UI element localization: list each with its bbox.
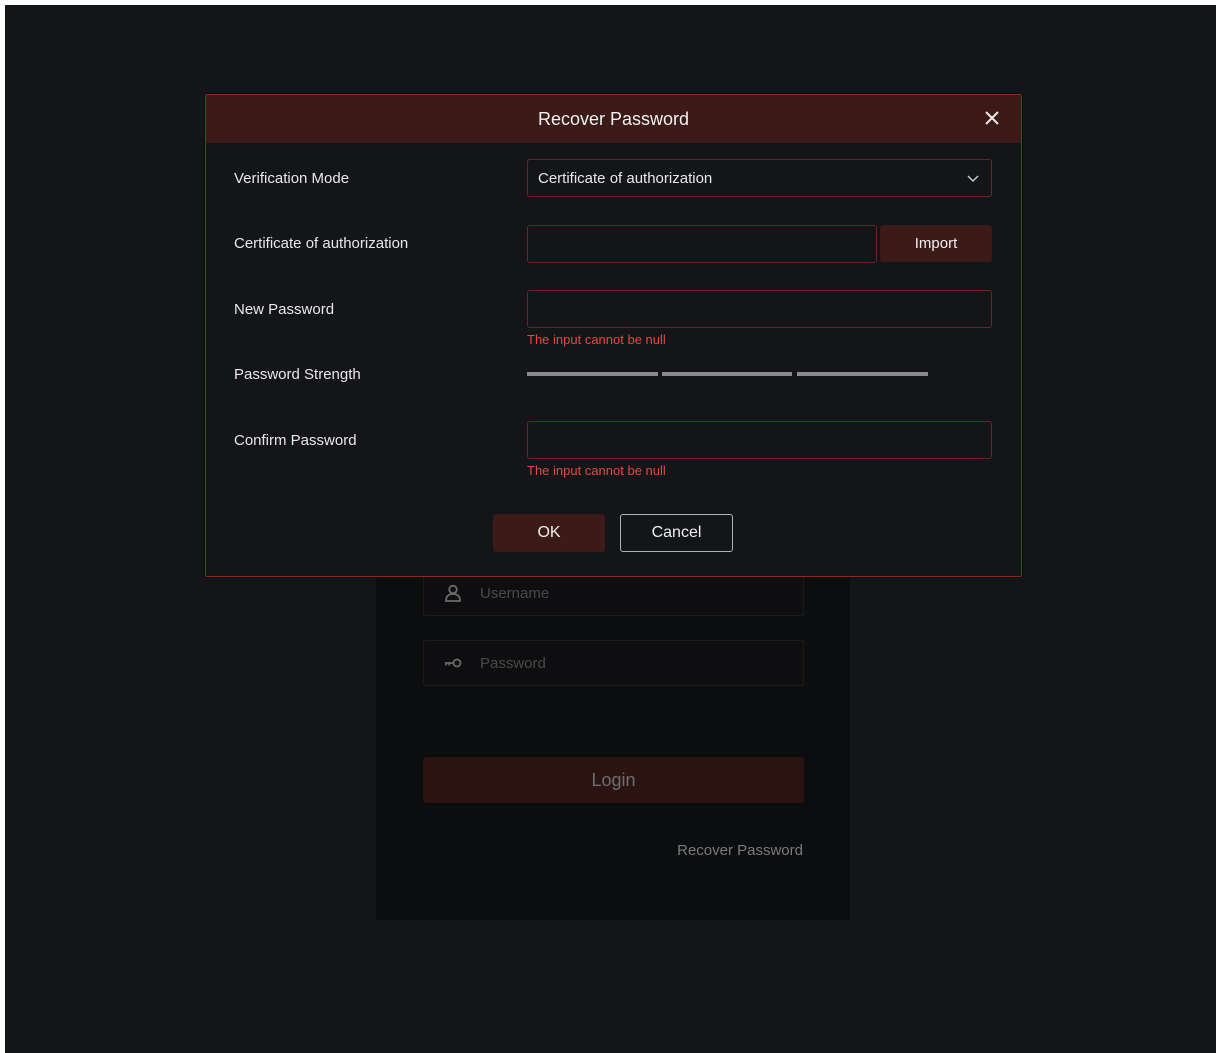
recover-password-link[interactable]: Recover Password	[603, 842, 803, 859]
confirm-password-label: Confirm Password	[234, 432, 357, 449]
dialog-title: Recover Password	[537, 109, 690, 129]
ok-button[interactable]: OK	[493, 514, 605, 552]
login-button[interactable]: Login	[423, 757, 804, 803]
certificate-label: Certificate of authorization	[234, 235, 409, 252]
verification-mode-select[interactable]: Certificate of authorization	[527, 159, 992, 197]
certificate-input[interactable]	[527, 225, 877, 263]
verification-mode-label: Verification Mode	[234, 170, 350, 187]
strength-bar-weak	[527, 372, 658, 376]
username-placeholder: Username	[480, 585, 550, 602]
verification-mode-value: Certificate of authorization	[538, 170, 713, 187]
password-input[interactable]: Password	[423, 640, 804, 686]
confirm-password-input[interactable]	[527, 421, 992, 459]
new-password-input[interactable]	[527, 290, 992, 328]
new-password-error: The input cannot be null	[527, 332, 666, 347]
key-icon	[445, 658, 462, 668]
close-icon[interactable]	[983, 109, 1001, 127]
strength-bar-strong	[797, 372, 928, 376]
recover-password-dialog: Recover Password Verification Mode Certi…	[205, 94, 1022, 577]
cancel-button[interactable]: Cancel	[620, 514, 733, 552]
chevron-down-icon	[967, 175, 979, 182]
new-password-label: New Password	[234, 301, 335, 318]
password-placeholder: Password	[480, 655, 546, 672]
password-strength-label: Password Strength	[234, 366, 361, 383]
import-button[interactable]: Import	[880, 225, 992, 262]
strength-bar-medium	[662, 372, 792, 376]
dialog-header: Recover Password	[206, 95, 1021, 143]
confirm-password-error: The input cannot be null	[527, 463, 666, 478]
user-icon	[445, 584, 461, 602]
